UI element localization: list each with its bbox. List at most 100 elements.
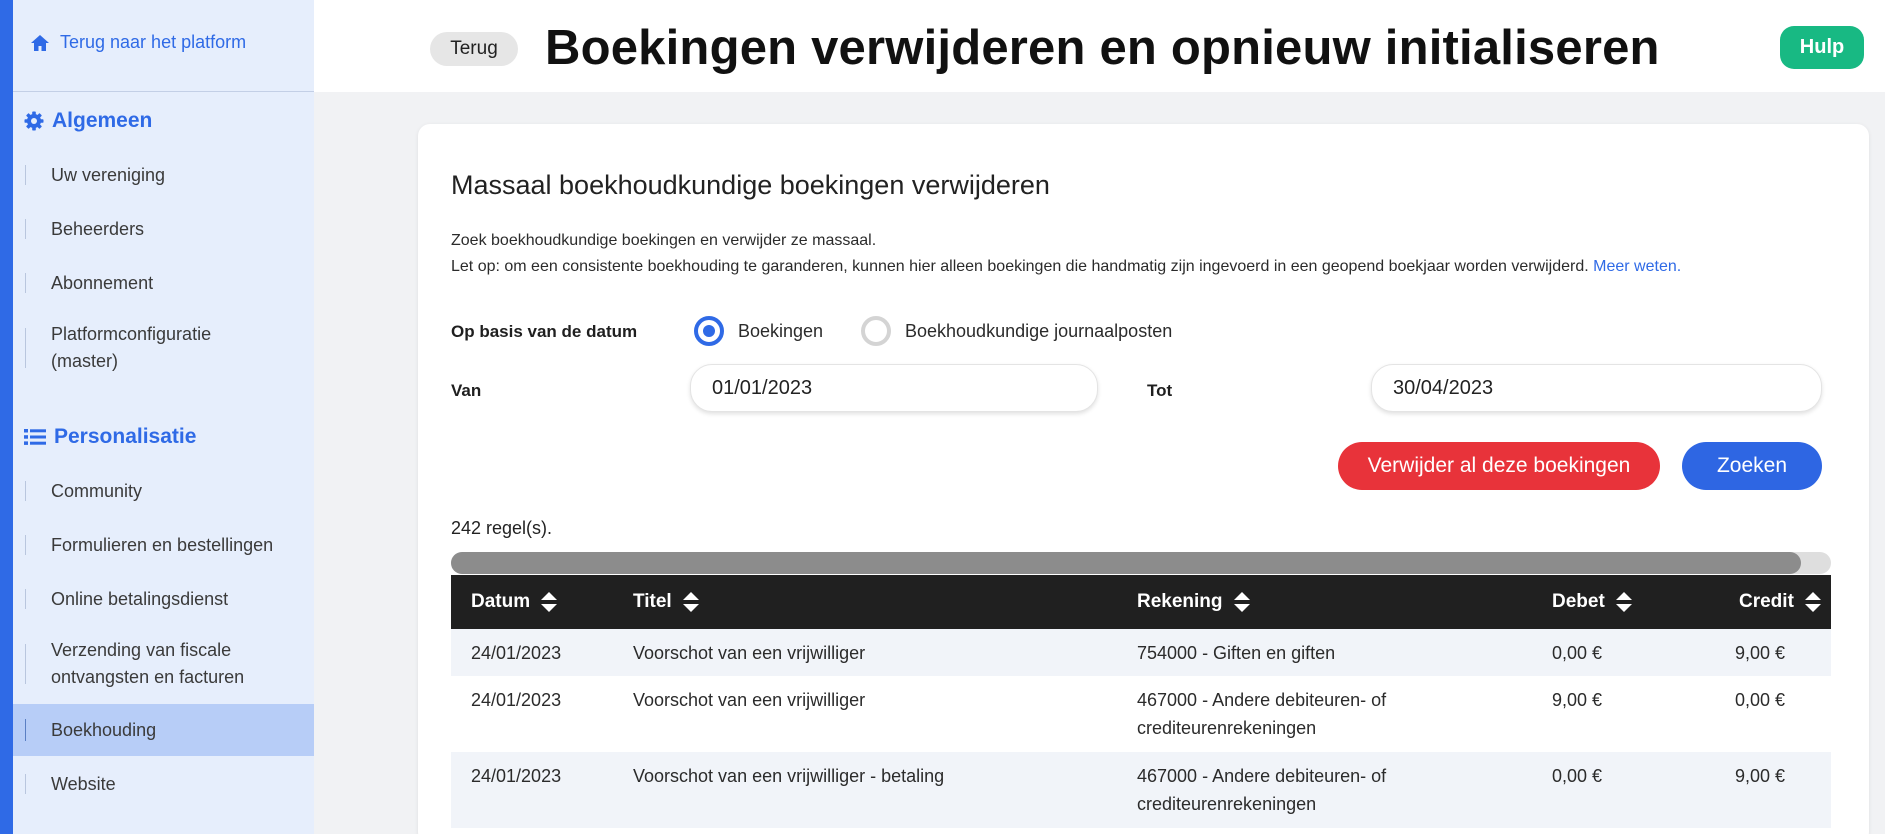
to-date-input[interactable] [1371,364,1822,412]
sidebar-item-abonnement[interactable]: Abonnement [13,268,314,298]
header-bar: Terug Boekingen verwijderen en opnieuw i… [314,0,1885,92]
sidebar-item-verzending[interactable]: Verzending van fiscale ontvangsten en fa… [13,636,314,692]
sort-icon [682,592,699,612]
help-button[interactable]: Hulp [1780,26,1864,69]
sort-icon [1233,592,1250,612]
sort-icon [1804,592,1821,612]
horizontal-scrollbar[interactable] [451,552,1831,574]
sidebar-item-boekhouding[interactable]: Boekhouding [13,704,314,756]
radio-label: Boekingen [738,320,824,341]
table-header: Datum Titel Rekening Debet Credit [451,575,1831,629]
sidebar-item-marker [25,219,26,239]
column-header-titel[interactable]: Titel [633,575,700,629]
card-title: Massaal boekhoudkundige boekingen verwij… [451,170,1050,200]
column-label: Debet [1552,591,1605,612]
cell-datum: 24/01/2023 [471,766,562,786]
date-basis-label: Op basis van de datum [451,322,638,341]
cell-rekening: 467000 - Andere debiteuren- of crediteur… [1137,766,1387,814]
sidebar-item-marker [25,774,26,794]
section-title-algemeen: Algemeen [24,109,152,133]
scrollbar-thumb[interactable] [451,552,1801,574]
sidebar-item-uw-vereniging[interactable]: Uw vereniging [13,160,314,190]
column-header-credit[interactable]: Credit [1739,575,1822,629]
learn-more-link[interactable]: Meer weten. [1593,258,1681,275]
column-label: Credit [1739,591,1794,612]
sidebar-item-marker [25,165,26,185]
sort-icon [1615,592,1632,612]
from-date-input[interactable] [690,364,1098,412]
sidebar-item-beheerders[interactable]: Beheerders [13,214,314,244]
description-text: Let op: om een consistente boekhouding t… [451,258,1589,275]
back-to-platform-link[interactable]: Terug naar het platform [30,32,246,53]
column-header-datum[interactable]: Datum [471,575,558,629]
sidebar-item-label: Uw vereniging [51,164,166,185]
sidebar-item-marker [25,481,26,501]
sidebar-item-marker [25,328,26,368]
cell-datum: 24/01/2023 [471,690,562,710]
page-title: Boekingen verwijderen en opnieuw initial… [545,21,1660,75]
sidebar-item-marker [25,589,26,609]
cell-datum: 24/01/2023 [471,643,562,663]
sidebar-item-label: Verzending van fiscale ontvangsten en fa… [51,640,245,687]
sidebar-item-community[interactable]: Community [13,476,314,506]
cell-credit: 9,00 € [1735,643,1786,663]
sidebar-item-website[interactable]: Website [13,769,314,799]
bulk-delete-card: Massaal boekhoudkundige boekingen verwij… [418,124,1869,834]
delete-all-button[interactable]: Verwijder al deze boekingen [1338,442,1660,490]
rows-count: 242 regel(s). [451,518,553,538]
sidebar-item-formulieren[interactable]: Formulieren en bestellingen [13,530,314,560]
to-label: Tot [1147,381,1173,400]
cell-rekening: 754000 - Giften en giften [1137,643,1336,663]
cell-rekening: 467000 - Andere debiteuren- of crediteur… [1137,690,1387,738]
column-header-rekening[interactable]: Rekening [1137,575,1251,629]
cell-credit: 9,00 € [1735,766,1786,786]
column-label: Rekening [1137,591,1223,612]
radio-label: Boekhoudkundige journaalposten [905,320,1173,341]
from-label: Van [451,381,482,400]
cell-debet: 0,00 € [1552,643,1603,663]
section-title-label: Algemeen [52,109,153,132]
sidebar-item-label: Boekhouding [51,719,157,740]
column-label: Titel [633,591,672,612]
sidebar-item-platformconfiguratie[interactable]: Platformconfiguratie (master) [13,320,314,376]
cell-credit: 0,00 € [1735,690,1786,710]
table-row[interactable]: 24/01/2023 Voorschot van een vrijwillige… [451,752,1831,828]
description-line-1: Zoek boekhoudkundige boekingen en verwij… [451,232,877,249]
table-row[interactable]: 24/01/2023 Voorschot van een vrijwillige… [451,629,1831,676]
back-to-platform-label: Terug naar het platform [60,32,247,52]
back-button[interactable]: Terug [430,32,518,66]
section-title-label: Personalisatie [54,425,197,448]
column-header-debet[interactable]: Debet [1552,575,1633,629]
sidebar-item-label: Abonnement [51,272,154,293]
column-label: Datum [471,591,531,612]
sidebar-item-marker [25,535,26,555]
home-icon [31,34,49,51]
sidebar-item-label: Platformconfiguratie (master) [51,324,212,371]
sidebar-item-marker [25,644,26,684]
sidebar-item-label: Website [51,773,116,794]
description-line-2: Let op: om een consistente boekhouding t… [451,258,1681,276]
cell-titel: Voorschot van een vrijwilliger [633,690,866,710]
sort-icon [541,592,558,612]
sidebar-item-label: Online betalingsdienst [51,588,229,609]
radio-unselected-icon [861,316,891,346]
section-title-personalisatie: Personalisatie [24,425,196,449]
sidebar-item-marker [25,273,26,293]
sidebar-item-label: Beheerders [51,218,145,239]
entries-table: Datum Titel Rekening Debet Credit 24/01/… [451,575,1831,828]
sidebar-item-label: Community [51,480,143,501]
radio-selected-icon [694,316,724,346]
radio-boekingen[interactable]: Boekingen [694,316,823,346]
cell-titel: Voorschot van een vrijwilliger - betalin… [633,766,945,786]
cell-titel: Voorschot van een vrijwilliger [633,643,866,663]
sidebar-item-marker [25,719,26,741]
gear-icon [24,111,44,131]
list-icon [24,429,46,445]
cell-debet: 9,00 € [1552,690,1603,710]
radio-journaalposten[interactable]: Boekhoudkundige journaalposten [861,316,1172,346]
sidebar: Terug naar het platform Algemeen Uw vere… [0,0,314,834]
sidebar-item-label: Formulieren en bestellingen [51,534,274,555]
sidebar-item-online-betalingsdienst[interactable]: Online betalingsdienst [13,584,314,614]
search-button[interactable]: Zoeken [1682,442,1822,490]
table-row[interactable]: 24/01/2023 Voorschot van een vrijwillige… [451,676,1831,752]
